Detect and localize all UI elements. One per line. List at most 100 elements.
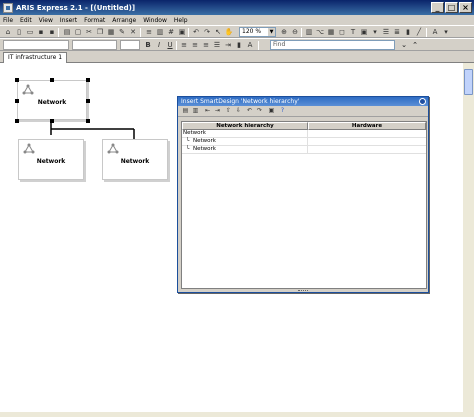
layout-icon[interactable]: ▥ [304,27,314,37]
list-icon[interactable]: ≣ [392,27,402,37]
column-header[interactable]: Hardware [308,122,426,130]
save-icon[interactable]: ▪ [36,27,46,37]
distribute-icon[interactable]: ▥ [155,27,165,37]
font-select[interactable] [72,40,117,50]
text-icon[interactable]: T [348,27,358,37]
redo-icon[interactable]: ↷ [255,106,264,115]
scrollbar-thumb[interactable] [464,69,473,95]
smartdesign-dialog: Insert SmartDesign 'Network hierarchy' ▤… [177,96,429,293]
delete-icon[interactable]: ✕ [128,27,138,37]
maximize-button[interactable]: □ [445,2,458,13]
vertical-scrollbar[interactable] [463,63,474,412]
table-icon[interactable]: ▦ [326,27,336,37]
chevron-down-icon[interactable]: ⌄ [399,40,409,50]
selection-handle[interactable] [15,119,19,123]
image-icon[interactable]: ▣ [359,27,369,37]
minimize-button[interactable]: _ [431,2,444,13]
save-as-icon[interactable]: ▪ [47,27,57,37]
undo-icon[interactable]: ↶ [191,27,201,37]
bullets-icon[interactable]: ☰ [212,40,222,50]
menu-edit[interactable]: Edit [20,17,32,24]
table-row[interactable]: └ Network [182,146,426,154]
font-size-select[interactable] [120,40,140,50]
text-color-icon[interactable]: A [430,27,440,37]
fill-color-icon[interactable]: ▮ [403,27,413,37]
move-up-icon[interactable]: ⇧ [224,106,233,115]
dialog-close-icon[interactable] [419,98,426,105]
selection-handle[interactable] [50,78,54,82]
menu-window[interactable]: Window [143,17,167,24]
menu-help[interactable]: Help [174,17,188,24]
dialog-title: Insert SmartDesign 'Network hierarchy' [178,97,428,106]
format-painter-icon[interactable]: ✎ [117,27,127,37]
bold-icon[interactable]: B [143,40,153,50]
outdent-icon[interactable]: ⇤ [203,106,212,115]
horizontal-scrollbar[interactable] [0,412,474,417]
move-down-icon[interactable]: ⇩ [234,106,243,115]
paste-icon[interactable]: ▦ [106,27,116,37]
group-icon[interactable]: ▣ [177,27,187,37]
close-button[interactable]: × [459,2,472,13]
selection-handle[interactable] [86,99,90,103]
selection-handle[interactable] [50,119,54,123]
hand-icon[interactable]: ✋ [224,27,234,37]
chevron-up-icon[interactable]: ⌃ [410,40,420,50]
align-left-icon[interactable]: ≡ [179,40,189,50]
new-icon[interactable]: ▯ [14,27,24,37]
selection-handle[interactable] [15,99,19,103]
indent-icon[interactable]: ⇥ [223,40,233,50]
delete-row-icon[interactable]: ▣ [267,106,276,115]
table-row[interactable]: └ Network [182,138,426,146]
copy-icon[interactable]: ❐ [95,27,105,37]
insert-row-icon[interactable]: ▤ [181,106,190,115]
tab-it-infrastructure[interactable]: IT infrastructure 1 [3,52,68,63]
window-title: ARIS Express 2.1 - [(Untitled)] [16,3,136,12]
menu-file[interactable]: File [3,17,13,24]
menu-arrange[interactable]: Arrange [112,17,136,24]
resize-grip[interactable] [298,290,308,292]
zoom-select[interactable]: 120 % ▼ [239,27,276,37]
align-right-icon[interactable]: ≡ [201,40,211,50]
insert-child-icon[interactable]: ▥ [191,106,200,115]
network-node[interactable]: Network [102,139,168,180]
home-icon[interactable]: ⌂ [3,27,13,37]
menu-format[interactable]: Format [84,17,105,24]
zoom-out-icon[interactable]: ⊖ [290,27,300,37]
menu-view[interactable]: View [39,17,53,24]
preview-icon[interactable]: ▢ [73,27,83,37]
network-node-selected[interactable]: Network [17,80,87,120]
window-controls: _ □ × [431,2,472,13]
zoom-in-icon[interactable]: ⊕ [279,27,289,37]
pointer-icon[interactable]: ↖ [213,27,223,37]
print-icon[interactable]: ▤ [62,27,72,37]
open-icon[interactable]: ▭ [25,27,35,37]
selection-handle[interactable] [86,119,90,123]
find-input[interactable]: Find [270,40,395,50]
shape-icon[interactable]: ◻ [337,27,347,37]
indent-icon[interactable]: ⇥ [213,106,222,115]
redo-icon[interactable]: ↷ [202,27,212,37]
options-icon[interactable]: ▾ [441,27,451,37]
grid-icon[interactable]: # [166,27,176,37]
selection-handle[interactable] [86,78,90,82]
cut-icon[interactable]: ✂ [84,27,94,37]
style-select[interactable] [3,40,69,50]
underline-icon[interactable]: U [165,40,175,50]
column-header[interactable]: Network hierarchy [182,122,308,130]
selection-handle[interactable] [15,78,19,82]
node-label: Network [37,99,67,106]
align-icon[interactable]: ≡ [144,27,154,37]
network-node[interactable]: Network [18,139,84,180]
connect-icon[interactable]: ⌥ [315,27,325,37]
menu-insert[interactable]: Insert [60,17,77,24]
help-icon[interactable]: ? [278,106,287,115]
table-row[interactable]: Network [182,130,426,138]
properties-icon[interactable]: ☰ [381,27,391,37]
undo-icon[interactable]: ↶ [245,106,254,115]
align-center-icon[interactable]: ≡ [190,40,200,50]
font-color-icon[interactable]: A [245,40,255,50]
italic-icon[interactable]: I [154,40,164,50]
line-style-icon[interactable]: ▾ [370,27,380,37]
line-color-icon[interactable]: ╱ [414,27,424,37]
fill-icon[interactable]: ▮ [234,40,244,50]
